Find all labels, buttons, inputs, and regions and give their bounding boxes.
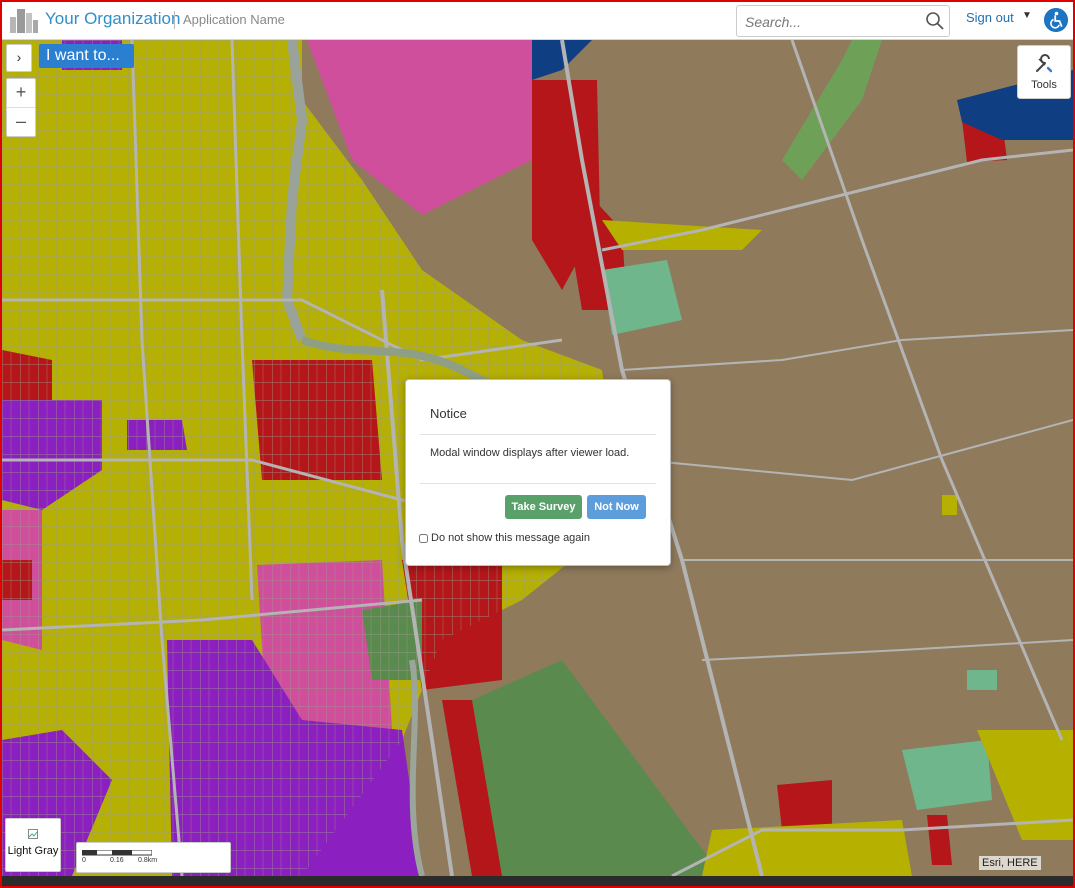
scale-bar: 0 0.16 0.8km bbox=[76, 842, 231, 873]
search-icon[interactable] bbox=[925, 11, 945, 31]
sign-out-link[interactable]: Sign out bbox=[966, 10, 1014, 25]
organization-name[interactable]: Your Organization bbox=[45, 9, 180, 29]
modal-message: Modal window displays after viewer load. bbox=[430, 447, 630, 459]
map-attribution: Esri, HERE bbox=[979, 856, 1041, 870]
scale-bar-graphic bbox=[82, 850, 152, 856]
scale-label-end: 0.8km bbox=[138, 857, 158, 864]
zoom-in-icon[interactable]: + bbox=[7, 79, 35, 108]
header-divider bbox=[174, 11, 175, 29]
i-want-to-menu[interactable]: I want to... bbox=[39, 44, 134, 68]
tools-label: Tools bbox=[1031, 79, 1057, 91]
accessibility-icon[interactable] bbox=[1044, 8, 1068, 32]
viewer-frame: Your Organization Application Name Sign … bbox=[0, 0, 1075, 888]
panel-toggle-chevron-right-icon[interactable]: › bbox=[6, 44, 32, 72]
modal-footer-divider bbox=[420, 483, 656, 484]
basemap-thumbnail-icon bbox=[28, 829, 38, 839]
modal-header-divider bbox=[420, 434, 656, 435]
scale-label-start: 0 bbox=[82, 857, 86, 864]
dont-show-again-option[interactable]: Do not show this message again bbox=[419, 532, 590, 544]
dont-show-again-checkbox[interactable] bbox=[419, 533, 428, 543]
take-survey-button[interactable]: Take Survey bbox=[505, 495, 582, 519]
search-input[interactable] bbox=[743, 11, 917, 33]
footer-bar bbox=[2, 876, 1073, 886]
chevron-down-icon[interactable]: ▼ bbox=[1022, 10, 1032, 21]
zoom-out-icon[interactable]: – bbox=[7, 108, 35, 136]
modal-title: Notice bbox=[430, 406, 467, 421]
search-box[interactable] bbox=[736, 5, 950, 37]
basemap-switcher[interactable]: Light Gray bbox=[5, 818, 61, 872]
application-name: Application Name bbox=[183, 12, 285, 27]
basemap-label: Light Gray bbox=[7, 845, 59, 857]
not-now-button[interactable]: Not Now bbox=[587, 495, 646, 519]
tools-icon bbox=[1036, 54, 1053, 73]
app-header: Your Organization Application Name Sign … bbox=[2, 2, 1073, 40]
notice-modal: Notice Modal window displays after viewe… bbox=[405, 379, 671, 566]
org-logo-icon bbox=[10, 9, 38, 33]
zoom-controls: + – bbox=[6, 78, 36, 137]
tools-button[interactable]: Tools bbox=[1017, 45, 1071, 99]
dont-show-again-label: Do not show this message again bbox=[431, 532, 590, 544]
scale-label-mid: 0.16 bbox=[110, 857, 124, 864]
